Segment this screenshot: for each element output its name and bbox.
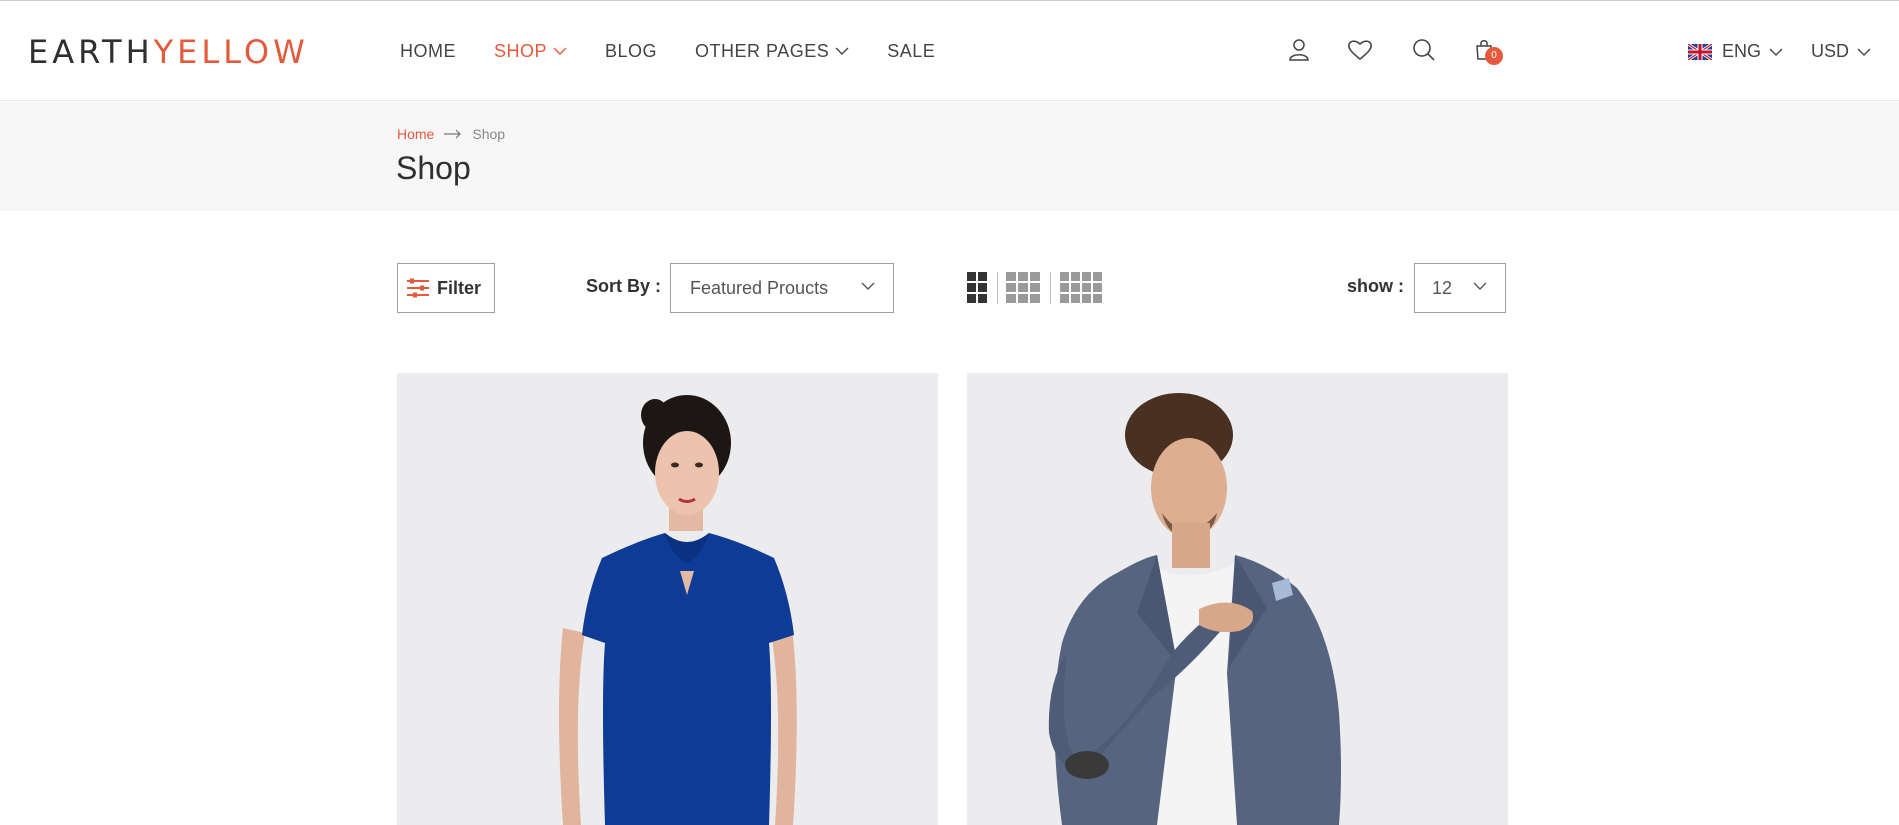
nav-item-home[interactable]: HOME: [400, 39, 456, 63]
cart-button[interactable]: 0: [1471, 37, 1503, 65]
site-header: EARTHYELLOW HOME SHOP BLOG OTHER PAGES S…: [0, 0, 1899, 101]
nav-item-label: SHOP: [494, 41, 548, 61]
nav-item-shop[interactable]: SHOP: [494, 39, 567, 63]
nav-item-other-pages[interactable]: OTHER PAGES: [695, 39, 849, 63]
woman-in-blue-dress-image: [559, 395, 797, 825]
nav-item-label: HOME: [400, 41, 456, 61]
nav-item-sale[interactable]: SALE: [887, 39, 935, 63]
sort-select[interactable]: Featured Proucts: [670, 263, 894, 313]
show-count-label: show :: [1347, 276, 1404, 296]
grid-toggle-divider: [997, 272, 998, 304]
user-icon: [1289, 39, 1309, 61]
breadcrumb: Home Shop: [397, 126, 505, 142]
grid-3-icon[interactable]: [1006, 272, 1040, 304]
chevron-down-icon: [835, 47, 849, 55]
product-card-image[interactable]: [967, 373, 1508, 825]
chevron-down-icon: [1473, 282, 1487, 290]
chevron-down-icon: [861, 282, 875, 290]
chevron-down-icon: [1769, 48, 1783, 56]
uk-flag-icon: [1688, 43, 1712, 60]
breadcrumb-current: Shop: [472, 126, 506, 142]
nav-item-label: SALE: [887, 41, 936, 61]
filter-sliders-icon: [407, 278, 429, 298]
cart-count-badge: 0: [1485, 47, 1503, 65]
language-selector[interactable]: ENG: [1688, 41, 1783, 62]
heart-icon: [1348, 40, 1372, 61]
page-title: Shop: [396, 150, 471, 186]
filter-button[interactable]: Filter: [397, 263, 495, 313]
sort-by-label: Sort By :: [586, 276, 662, 296]
man-in-grey-blazer-image: [1048, 393, 1341, 825]
logo-part-earth: EARTH: [28, 33, 154, 71]
chevron-down-icon: [553, 47, 567, 55]
logo-part-yellow: YELLOW: [153, 33, 309, 71]
search-button[interactable]: [1411, 37, 1437, 63]
site-logo[interactable]: EARTHYELLOW: [28, 34, 309, 70]
show-count-value: 12: [1432, 277, 1453, 298]
language-label: ENG: [1722, 41, 1762, 61]
grid-2-icon[interactable]: [967, 272, 987, 304]
grid-4-icon[interactable]: [1060, 272, 1103, 304]
sort-select-value: Featured Proucts: [690, 277, 829, 298]
breadcrumb-home-link[interactable]: Home: [397, 126, 434, 142]
search-icon: [1413, 39, 1435, 61]
page-header-band: Home Shop Shop: [0, 102, 1899, 211]
nav-item-blog[interactable]: BLOG: [605, 39, 657, 63]
wishlist-button[interactable]: [1347, 37, 1373, 63]
arrow-right-icon: [444, 129, 462, 139]
currency-selector[interactable]: USD: [1811, 41, 1871, 62]
currency-label: USD: [1811, 41, 1850, 61]
nav-item-label: BLOG: [605, 41, 658, 61]
product-card-image[interactable]: [397, 373, 938, 825]
grid-toggle-divider: [1050, 272, 1051, 304]
nav-item-label: OTHER PAGES: [695, 41, 830, 61]
chevron-down-icon: [1857, 48, 1871, 56]
main-nav: HOME SHOP BLOG OTHER PAGES SALE: [400, 39, 973, 63]
filter-label: Filter: [437, 277, 482, 298]
show-count-select[interactable]: 12: [1414, 263, 1506, 313]
account-button[interactable]: [1286, 37, 1312, 63]
